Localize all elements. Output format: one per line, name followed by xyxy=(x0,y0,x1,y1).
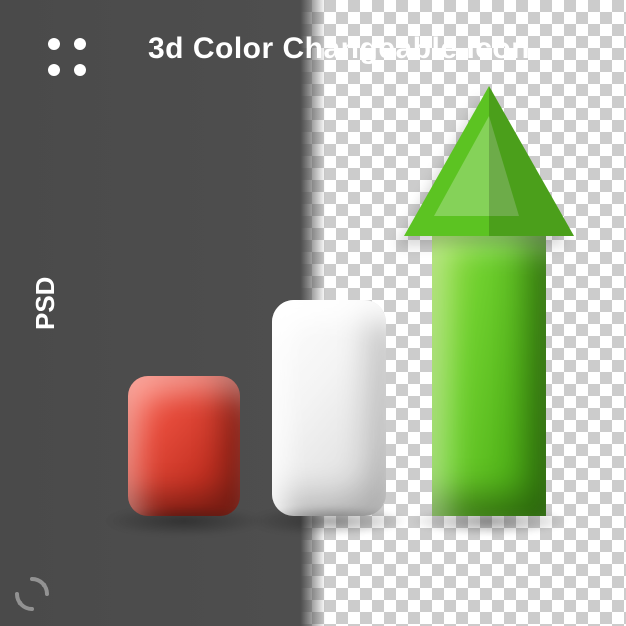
bar-green-arrow xyxy=(404,86,574,516)
bar-white xyxy=(272,300,386,516)
page-title: 3d Color Changeable Icon xyxy=(148,32,530,66)
shadow xyxy=(106,506,263,536)
arrow-up-icon xyxy=(404,86,574,236)
arrow-shaft xyxy=(432,231,546,516)
dot-grid-icon xyxy=(48,38,86,76)
icon-stage xyxy=(0,106,626,626)
bar-red xyxy=(128,376,240,516)
shadow xyxy=(249,506,409,536)
